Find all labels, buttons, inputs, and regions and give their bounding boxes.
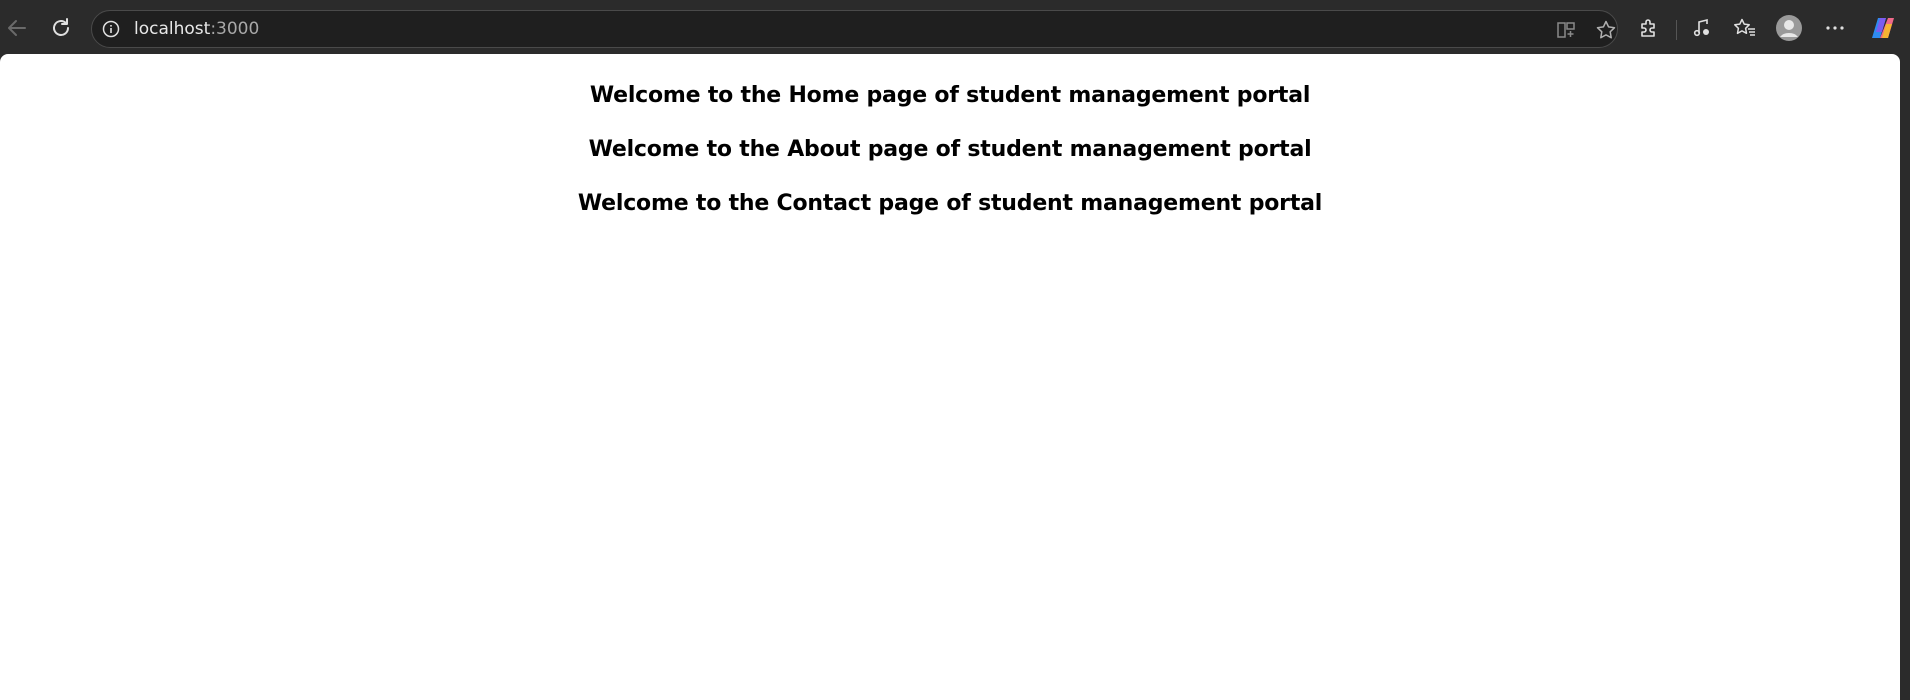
url-host: localhost <box>134 19 211 39</box>
star-icon[interactable] <box>1594 18 1618 42</box>
copilot-button[interactable] <box>1866 11 1900 45</box>
page-content: Welcome to the Home page of student mana… <box>0 54 1900 218</box>
back-button[interactable] <box>0 11 34 45</box>
profile-button[interactable] <box>1772 11 1806 45</box>
refresh-icon <box>53 18 69 36</box>
contact-heading: Welcome to the Contact page of student m… <box>577 191 1323 216</box>
music-note-icon <box>1693 18 1709 37</box>
menu-button[interactable] <box>1818 11 1852 45</box>
browser-toolbar: localhost:3000 <box>0 0 1910 54</box>
info-icon[interactable] <box>101 19 121 39</box>
copilot-icon <box>1872 18 1894 38</box>
split-screen-icon[interactable] <box>1554 18 1578 42</box>
avatar-icon <box>1776 15 1802 41</box>
arrow-left-icon <box>8 20 26 36</box>
address-bar[interactable]: localhost:3000 <box>91 10 1618 48</box>
address-url[interactable]: localhost:3000 <box>134 19 259 39</box>
url-port: :3000 <box>210 19 260 39</box>
window-edge <box>1900 54 1910 700</box>
favorites-list-icon <box>1734 18 1755 36</box>
reload-button[interactable] <box>44 11 78 45</box>
extensions-button[interactable] <box>1632 11 1666 45</box>
toolbar-divider <box>1676 20 1677 40</box>
more-icon <box>1826 26 1844 30</box>
home-heading: Welcome to the Home page of student mana… <box>589 83 1311 108</box>
favorites-button[interactable] <box>1728 11 1762 45</box>
media-button[interactable] <box>1684 11 1718 45</box>
about-heading: Welcome to the About page of student man… <box>588 137 1312 162</box>
puzzle-icon <box>1641 19 1655 37</box>
page-viewport: Welcome to the Home page of student mana… <box>0 54 1900 700</box>
